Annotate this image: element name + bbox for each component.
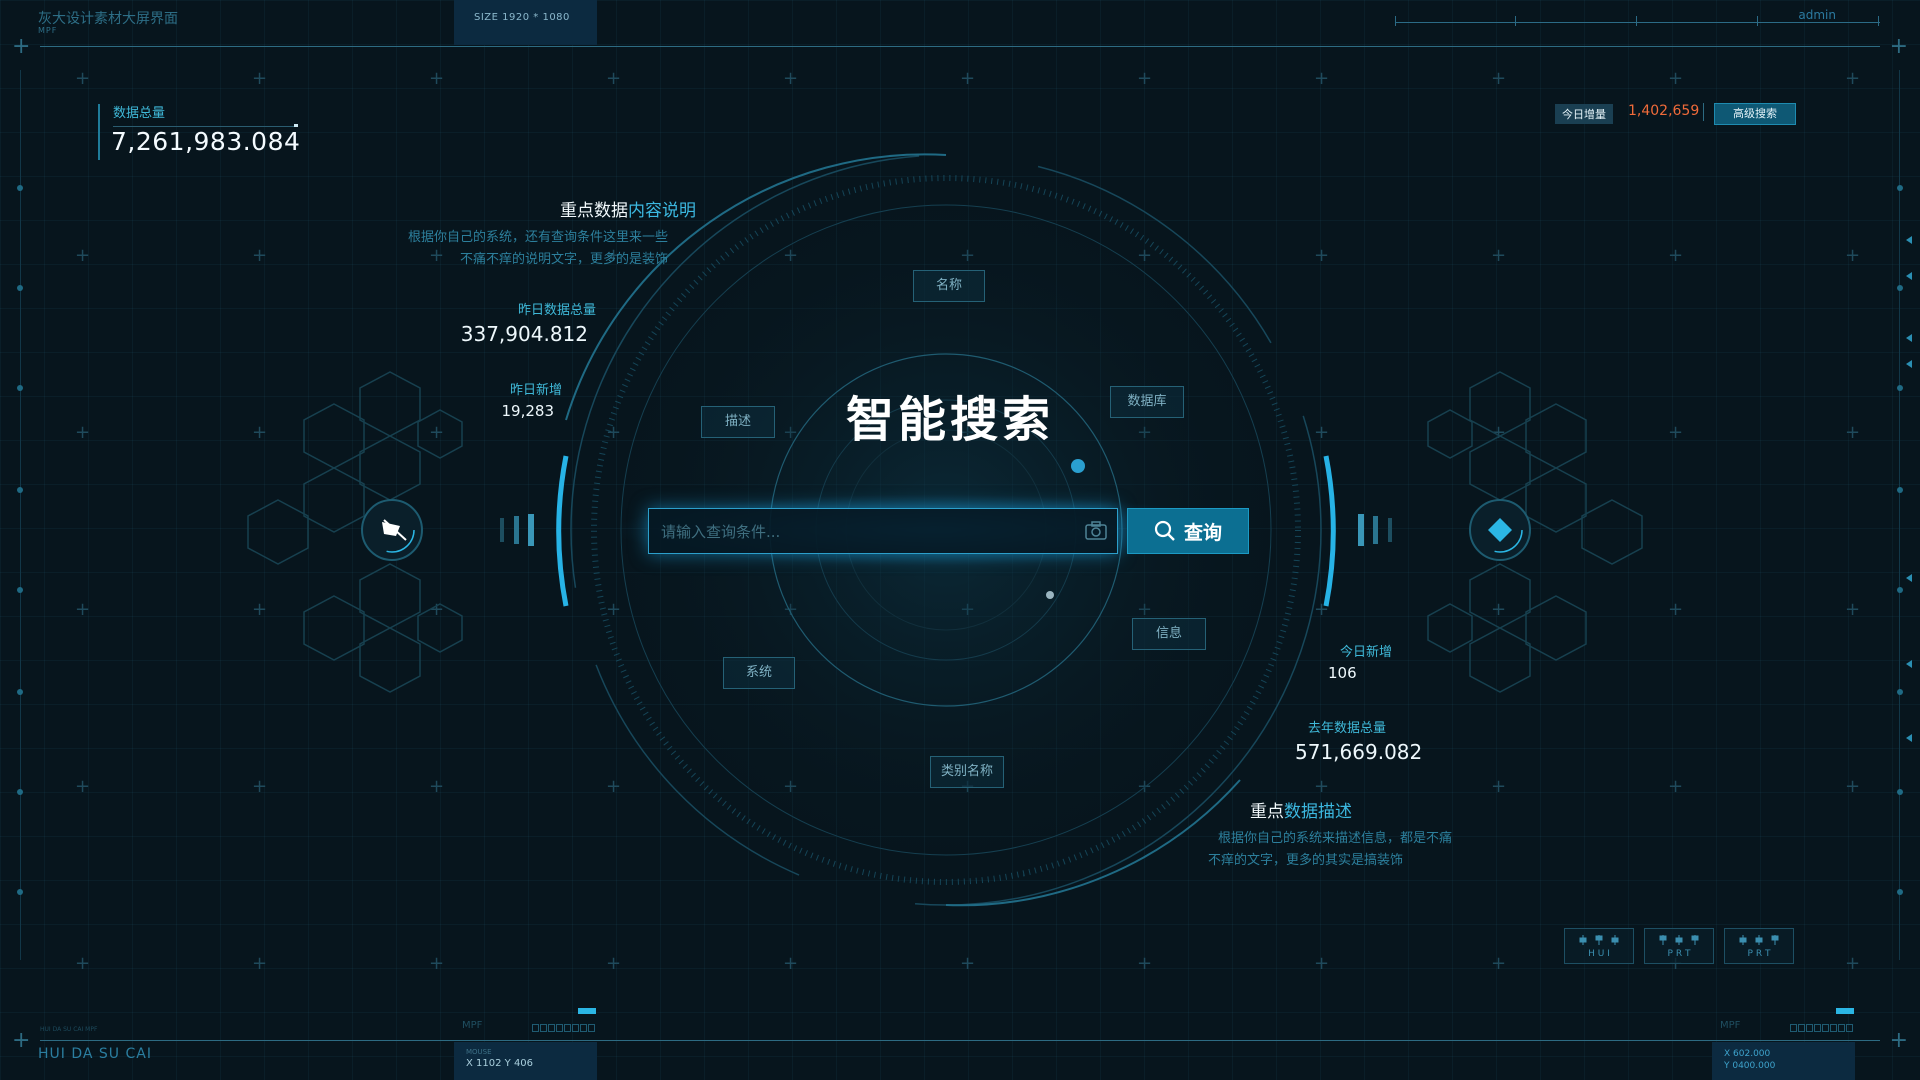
tag-database[interactable]: 数据库 xyxy=(1110,386,1184,418)
mini-button-label: P R T xyxy=(1747,949,1771,959)
bar-deco xyxy=(1358,514,1364,546)
query-button-label: 查询 xyxy=(1183,521,1222,544)
left-note-desc: 根据你自己的系统，还有查询条件这里来一些 不痛不痒的说明文字，更多的是装饰 xyxy=(340,227,668,271)
query-button[interactable]: 查询 xyxy=(1127,508,1249,554)
mpf-label-left: MPF xyxy=(462,1020,483,1031)
left-arc-highlight xyxy=(556,455,569,607)
y-readout: Y 0400.000 xyxy=(1724,1061,1776,1071)
left-note: 重点数据内容说明 根据你自己的系统，还有查询条件这里来一些 不痛不痒的说明文字，… xyxy=(340,196,696,271)
xy-readout: X 602.000 Y 0400.000 xyxy=(1712,1042,1855,1080)
bar-deco xyxy=(1388,518,1392,542)
note-title-primary: 重点 xyxy=(1250,802,1284,822)
right-note-title: 重点数据描述 xyxy=(1250,797,1472,822)
bar-deco xyxy=(514,516,519,544)
note-title-highlight: 数据描述 xyxy=(1284,802,1352,822)
footer-brand: HUI DA SU CAI xyxy=(38,1046,152,1062)
note-desc-line: 不痛不痒的说明文字，更多的是装饰 xyxy=(459,252,668,267)
mouse-readout: MOUSE X 1102 Y 406 xyxy=(454,1042,597,1080)
tag-system[interactable]: 系统 xyxy=(723,657,795,689)
segment-bar-left xyxy=(532,1024,595,1032)
node-dot xyxy=(1071,459,1085,473)
right-note: 重点数据描述 根据你自己的系统来描述信息，都是不痛 不痒的文字，更多的其实是搞装… xyxy=(1200,797,1472,872)
last-year-value: 571,669.082 xyxy=(1295,740,1423,764)
note-desc-line: 根据你自己的系统，还有查询条件这里来一些 xyxy=(407,230,668,245)
right-note-desc: 根据你自己的系统来描述信息，都是不痛 不痒的文字，更多的其实是搞装饰 xyxy=(1200,828,1472,872)
search-icon xyxy=(1154,520,1175,541)
right-arc-highlight xyxy=(1323,455,1336,607)
left-note-title: 重点数据内容说明 xyxy=(340,196,696,221)
tag-describe[interactable]: 描述 xyxy=(701,406,775,438)
last-year-stat: 去年数据总量 571,669.082 xyxy=(1290,717,1484,764)
yesterday-total-stat: 昨日数据总量 337,904.812 xyxy=(420,299,596,346)
today-new-label: 今日新增 xyxy=(1340,645,1393,660)
footer-tiny-text: HUI DA SU CAI MPF xyxy=(40,1026,98,1033)
mouse-coords: X 1102 Y 406 xyxy=(466,1058,534,1069)
left-hex-cluster xyxy=(247,371,463,693)
mpf-label-right: MPF xyxy=(1720,1020,1741,1031)
segment-bar-right xyxy=(1790,1024,1853,1032)
tag-name[interactable]: 名称 xyxy=(913,270,985,302)
mini-button-hui[interactable]: H U I xyxy=(1564,928,1634,964)
bar-deco xyxy=(528,514,534,546)
bar-deco xyxy=(1373,516,1378,544)
bar-deco xyxy=(500,518,504,542)
yesterday-total-label: 昨日数据总量 xyxy=(517,303,596,318)
yesterday-total-value: 337,904.812 xyxy=(460,322,588,346)
note-desc-line: 根据你自己的系统来描述信息，都是不痛 xyxy=(1218,831,1453,846)
mini-button-prt-2[interactable]: P R T xyxy=(1724,928,1794,964)
right-hex-cluster xyxy=(1427,371,1643,693)
segment-chip-left xyxy=(578,1008,596,1014)
mini-button-prt[interactable]: P R T xyxy=(1644,928,1714,964)
node-dot xyxy=(1046,591,1054,599)
tag-category[interactable]: 类别名称 xyxy=(930,756,1004,788)
page-title: 智能搜索 xyxy=(845,392,1054,448)
note-title-highlight: 内容说明 xyxy=(628,201,696,221)
today-new-value: 106 xyxy=(1328,664,1357,682)
today-new-stat: 今日新增 106 xyxy=(1300,641,1396,682)
segment-chip-right xyxy=(1836,1008,1854,1014)
search-input[interactable] xyxy=(659,509,1063,555)
yesterday-new-label: 昨日新增 xyxy=(509,383,562,398)
search-box xyxy=(648,508,1118,555)
note-title-primary: 重点数据 xyxy=(560,201,628,221)
right-rail-dots xyxy=(1897,185,1903,895)
mouse-label: MOUSE xyxy=(466,1048,492,1056)
x-readout: X 602.000 xyxy=(1724,1049,1771,1059)
mini-button-label: H U I xyxy=(1588,949,1610,959)
camera-icon[interactable] xyxy=(1085,521,1107,541)
right-rail-arrows xyxy=(1906,236,1912,742)
last-year-label: 去年数据总量 xyxy=(1308,721,1387,736)
yesterday-new-value: 19,283 xyxy=(501,402,555,420)
left-rail-dots xyxy=(17,185,23,895)
tag-info[interactable]: 信息 xyxy=(1132,618,1206,650)
mini-button-label: P R T xyxy=(1667,949,1691,959)
note-desc-line: 不痒的文字，更多的其实是搞装饰 xyxy=(1208,853,1404,868)
yesterday-new-stat: 昨日新增 19,283 xyxy=(420,379,563,420)
